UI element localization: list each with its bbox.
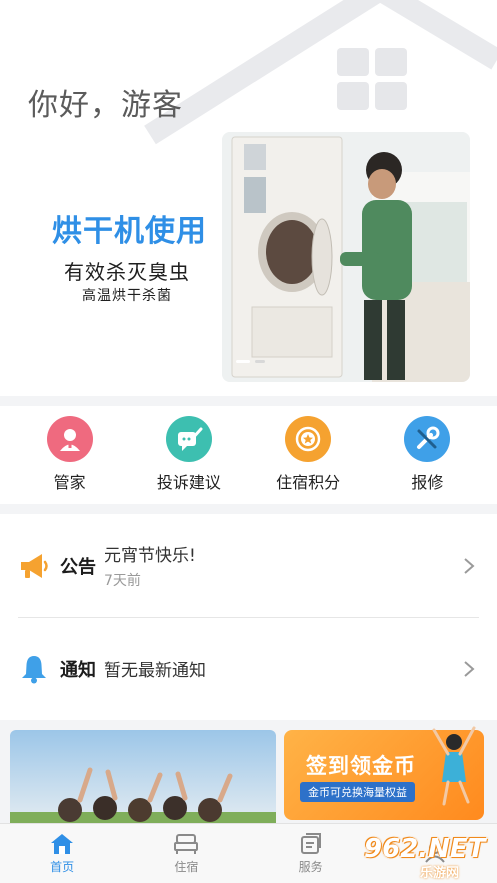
chevron-right-icon <box>464 557 475 574</box>
announcement-time: 7天前 <box>104 573 141 589</box>
quick-label: 报修 <box>411 473 444 492</box>
notification-text: 暂无最新通知 <box>104 661 206 681</box>
dryer-photo <box>222 132 470 382</box>
points-icon <box>285 416 332 462</box>
pager-dot-active <box>236 360 250 363</box>
quick-item-butler[interactable]: 管家 <box>15 406 125 504</box>
banner-pager <box>236 360 265 363</box>
checkin-coins-promo[interactable]: 签到领金币 金币可兑换海量权益 <box>284 726 484 820</box>
tab-lodging[interactable]: 住宿 <box>124 824 248 883</box>
quick-label: 管家 <box>53 473 86 492</box>
tab-label: 住宿 <box>174 859 199 874</box>
announcement-heading: 公告 <box>60 556 96 578</box>
pager-dot <box>255 360 265 363</box>
quick-label: 投诉建议 <box>156 473 221 492</box>
announcement-text: 元宵节快乐! <box>104 546 196 566</box>
quick-item-repair[interactable]: 报修 <box>372 406 482 504</box>
quick-item-feedback[interactable]: 投诉建议 <box>134 406 244 504</box>
repair-icon <box>404 416 451 462</box>
friends-promo-image[interactable] <box>10 730 276 830</box>
promo-banner[interactable]: 烘干机使用 有效杀灭臭虫 高温烘干杀菌 <box>0 132 497 384</box>
site-watermark: 962.NET 乐游网 <box>362 834 494 881</box>
banner-subtitle: 有效杀灭臭虫 <box>64 260 190 284</box>
notification-row[interactable]: 通知 暂无最新通知 <box>0 617 497 720</box>
home-icon <box>51 833 74 854</box>
bell-icon <box>22 655 46 683</box>
megaphone-icon <box>21 553 48 578</box>
cheering-girl-illustration <box>432 726 476 806</box>
tab-label: 服务 <box>298 859 323 874</box>
banner-caption: 高温烘干杀菌 <box>82 288 172 304</box>
greeting-text: 你好，游客 <box>28 88 183 123</box>
tab-home[interactable]: 首页 <box>0 824 124 883</box>
notice-card: 公告 元宵节快乐! 7天前 通知 暂无最新通知 <box>0 514 497 720</box>
bed-icon <box>174 833 199 854</box>
quick-menu: 管家 投诉建议 住宿积分 报修 <box>0 406 497 504</box>
watermark-sub: 乐游网 <box>420 866 460 881</box>
promo-subtitle: 金币可兑换海量权益 <box>300 782 415 802</box>
quick-item-points[interactable]: 住宿积分 <box>253 406 363 504</box>
watermark-text: 962.NET <box>364 834 486 864</box>
announcement-row[interactable]: 公告 元宵节快乐! 7天前 <box>0 514 497 617</box>
header: 你好，游客 烘干机使用 有效杀灭臭虫 高温烘干杀菌 <box>0 0 497 396</box>
tab-label: 首页 <box>50 859 75 874</box>
notification-heading: 通知 <box>60 659 96 681</box>
tab-service[interactable]: 服务 <box>249 824 373 883</box>
promo-title: 签到领金币 <box>306 754 416 778</box>
chevron-right-icon <box>464 660 475 677</box>
butler-icon <box>46 416 93 462</box>
banner-title: 烘干机使用 <box>52 214 207 249</box>
quick-label: 住宿积分 <box>276 473 341 492</box>
service-icon <box>300 832 321 854</box>
feedback-icon <box>165 416 212 462</box>
